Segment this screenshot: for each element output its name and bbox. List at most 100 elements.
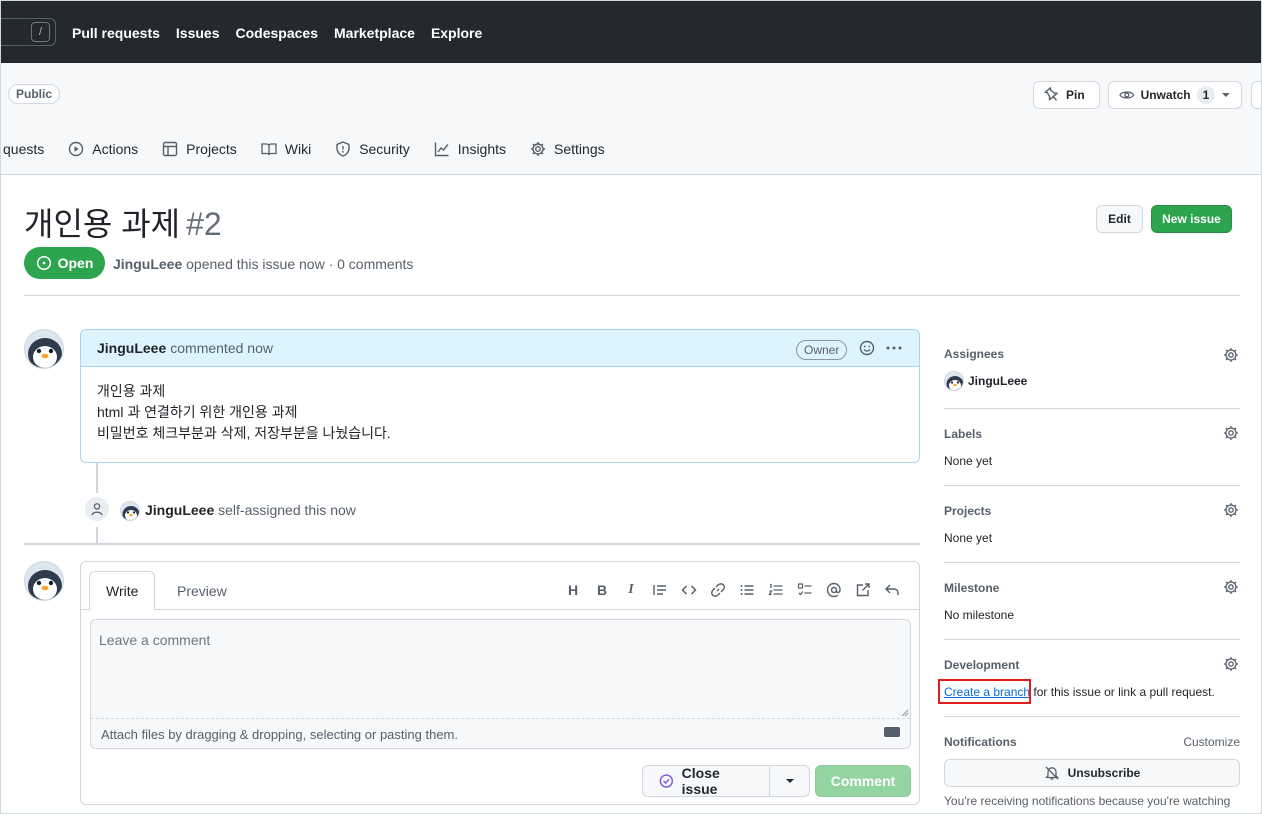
tab-projects[interactable]: Projects [162,141,237,157]
comment-button-label: Comment [830,773,896,789]
comment-header: JinguLeee commented now Owner [81,330,919,367]
mention-icon[interactable] [825,581,843,599]
nav-pull-requests[interactable]: Pull requests [72,25,160,41]
heading-icon[interactable]: H [564,581,582,599]
top-nav: / Pull requests Issues Codespaces Market… [1,1,1261,63]
tab-label: Actions [92,141,139,157]
nav-issues[interactable]: Issues [176,25,220,41]
event-actor-link[interactable]: JinguLeee [145,502,214,518]
bold-icon[interactable]: B [593,581,611,599]
fork-button[interactable] [1251,81,1261,109]
comment-textarea[interactable]: Leave a comment Attach files by dragging… [90,619,911,749]
tab-security[interactable]: Security [335,141,410,157]
development-rest-text: for this issue or link a pull request. [1033,685,1215,699]
tab-label: Security [359,141,410,157]
nav-marketplace[interactable]: Marketplace [334,25,415,41]
close-issue-button-group: Close issue [642,765,810,797]
sidebar-divider [944,639,1240,640]
comment-line: 비밀번호 체크부분과 삭제, 저장부분을 나눴습니다. [97,425,391,441]
task-list-icon[interactable] [796,581,814,599]
tab-settings[interactable]: Settings [530,141,605,157]
edit-title-button[interactable]: Edit [1096,205,1143,233]
reply-icon[interactable] [883,581,901,599]
issue-state-label: Open [57,255,94,271]
close-issue-button[interactable]: Close issue [643,765,770,797]
gear-icon[interactable] [1223,502,1239,518]
edit-label: Edit [1108,212,1131,226]
nav-explore[interactable]: Explore [431,25,482,41]
tab-preview[interactable]: Preview [161,571,243,610]
new-issue-button[interactable]: New issue [1151,205,1232,233]
assignees-title: Assignees [944,347,1005,361]
resize-handle-icon[interactable] [901,709,909,717]
milestone-value: No milestone [944,608,1015,622]
chevron-down-icon [785,779,794,783]
header-divider [24,295,1240,296]
comment-author-link[interactable]: JinguLeee [97,340,166,356]
comment-placeholder: Leave a comment [99,632,211,648]
event-text: self-assigned this now [218,502,356,518]
assignee-name: JinguLeee [968,374,1028,388]
comment-button[interactable]: Comment [815,765,911,797]
table-icon [162,141,178,157]
unwatch-button[interactable]: Unwatch 1 [1108,81,1242,109]
tab-write[interactable]: Write [89,571,156,611]
notifications-note: You're receiving notifications because y… [944,794,1231,808]
person-icon [91,503,103,516]
link-icon[interactable] [709,581,727,599]
tab-actions[interactable]: Actions [68,141,138,157]
tab-insights[interactable]: Insights [434,141,506,157]
gear-icon[interactable] [1223,347,1239,363]
visibility-badge: Public [8,84,61,104]
penguin-avatar-icon [25,562,63,600]
repo-tabs: quests Actions Projects Wiki Security In… [1,141,629,157]
projects-title: Projects [944,504,992,518]
comment-body: 개인용 과제 html 과 연결하기 위한 개인용 과제 비밀번호 체크부분과 … [81,367,919,458]
customize-link[interactable]: Customize [1183,735,1240,749]
attach-files-bar[interactable]: Attach files by dragging & dropping, sel… [91,718,910,749]
sidebar-assignees: Assignees JinguLeee [944,347,1240,391]
watch-count: 1 [1196,86,1216,104]
issue-author-link[interactable]: JinguLeee [113,256,182,272]
unordered-list-icon[interactable] [738,581,756,599]
ordered-list-icon[interactable] [767,581,785,599]
smiley-icon[interactable] [859,340,875,356]
gear-icon[interactable] [1223,579,1239,595]
kebab-horizontal-icon[interactable] [885,340,903,356]
book-icon [261,143,277,156]
reference-icon[interactable] [854,581,872,599]
nav-codespaces[interactable]: Codespaces [236,25,318,41]
timeline-event: JinguLeee self-assigned this now [145,502,356,518]
italic-icon[interactable]: I [622,581,640,599]
unsubscribe-label: Unsubscribe [1067,766,1141,780]
gear-icon [531,142,546,156]
issue-opened-icon [36,255,51,271]
code-icon[interactable] [680,581,698,599]
sidebar-divider [944,408,1240,409]
gear-icon[interactable] [1223,425,1239,441]
avatar[interactable] [24,329,64,369]
chevron-down-icon [1222,93,1231,97]
quote-icon[interactable] [651,581,669,599]
milestone-title: Milestone [944,581,1000,595]
search-shortcut-hint: / [31,22,50,42]
tab-wiki[interactable]: Wiki [261,141,311,157]
unsubscribe-button[interactable]: Unsubscribe [944,759,1240,787]
sidebar-divider [944,485,1240,486]
highlight-annotation [938,679,1031,704]
pin-button[interactable]: Pin [1033,81,1100,109]
event-avatar[interactable] [120,501,140,521]
bell-slash-icon [1044,766,1059,780]
repo-header: Public Pin Unwatch 1 quests Actions Proj… [1,63,1261,175]
app-frame: / Pull requests Issues Codespaces Market… [0,0,1262,814]
penguin-avatar-icon [945,372,963,390]
gear-icon[interactable] [1223,656,1239,672]
tab-label: Insights [457,141,507,157]
close-issue-label: Close issue [681,765,720,797]
avatar[interactable] [24,561,64,601]
assignee-item[interactable]: JinguLeee [944,371,1240,391]
timeline-end-divider [24,543,920,545]
close-issue-dropdown[interactable] [770,776,809,786]
issue-state-badge: Open [24,247,105,279]
tab-pull-requests[interactable]: quests [3,141,44,157]
